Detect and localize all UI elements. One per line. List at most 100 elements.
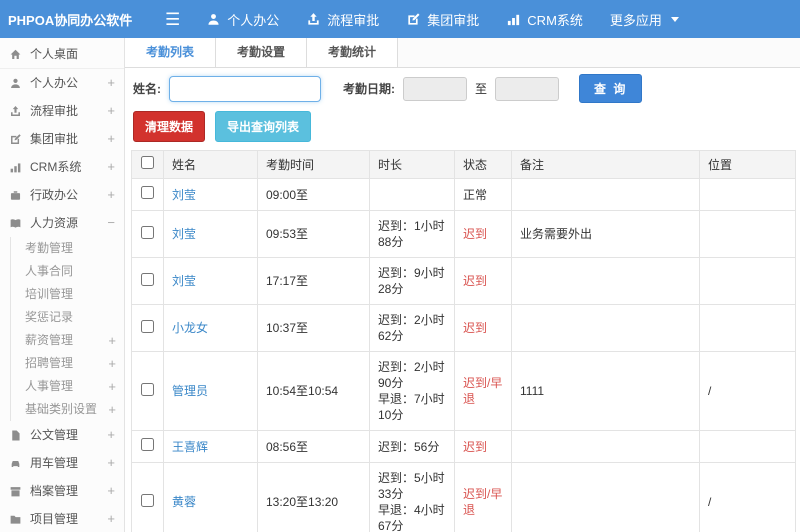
tab-attendance-settings[interactable]: 考勤设置 xyxy=(216,38,308,67)
name-input[interactable] xyxy=(169,75,321,102)
nav-item-personal-office[interactable]: 个人办公 xyxy=(206,10,279,29)
sidebar-item-human-resources[interactable]: 人力资源 − xyxy=(0,209,124,237)
attendance-time-cell: 10:54至10:54 xyxy=(257,351,370,431)
action-buttons: 清理数据 导出查询列表 xyxy=(125,109,800,148)
sidebar-subitem-reward-punish[interactable]: 奖惩记录 xyxy=(11,306,124,329)
expand-icon: + xyxy=(108,356,116,371)
employee-name-link[interactable]: 黄蓉 xyxy=(172,495,196,509)
sidebar-subitem-base-category[interactable]: 基础类别设置 + xyxy=(11,398,124,421)
row-checkbox[interactable] xyxy=(141,225,154,239)
status-badge: 正常 xyxy=(463,187,488,202)
sidebar-item-archive-mgmt[interactable]: 档案管理 + xyxy=(0,477,124,505)
sidebar-item-personal-desktop[interactable]: 个人桌面 xyxy=(0,40,124,69)
sidebar-item-workflow-approval[interactable]: 流程审批 + xyxy=(0,97,124,125)
sidebar-subitem-label: 招聘管理 xyxy=(25,356,74,370)
row-checkbox[interactable] xyxy=(141,319,154,333)
nav-item-more-apps[interactable]: 更多应用 xyxy=(610,10,679,29)
expand-icon: + xyxy=(107,427,115,442)
location-cell xyxy=(699,210,796,258)
remark-cell xyxy=(511,462,700,532)
sidebar-subitem-salary-mgmt[interactable]: 薪资管理 + xyxy=(11,329,124,352)
sidebar-item-group-approval[interactable]: 集团审批 + xyxy=(0,125,124,153)
expand-icon: + xyxy=(107,131,115,146)
doc-icon xyxy=(12,429,20,441)
remark-cell xyxy=(511,178,700,211)
folder-icon xyxy=(10,515,21,524)
table-header-row: 姓名 考勤时间 时长 状态 备注 位置 xyxy=(131,150,796,179)
menu-toggle-icon[interactable]: ☰ xyxy=(165,11,180,28)
expand-icon: + xyxy=(108,379,116,394)
share-icon xyxy=(11,105,20,116)
sidebar-item-personal-office[interactable]: 个人办公 + xyxy=(0,69,124,97)
duration-line: 迟到：2小时62分 xyxy=(378,313,445,343)
table-row: 小龙女 10:37至 迟到：2小时62分 迟到 xyxy=(131,304,796,352)
sidebar-item-label: 人力资源 xyxy=(30,216,79,230)
sidebar-subitem-label: 奖惩记录 xyxy=(25,310,74,324)
expand-icon: + xyxy=(107,75,115,90)
nav-item-label: 个人办公 xyxy=(227,12,280,28)
sidebar-subitem-hr-contract[interactable]: 人事合同 xyxy=(11,260,124,283)
sidebar-subitem-recruit-mgmt[interactable]: 招聘管理 + xyxy=(11,352,124,375)
clean-data-button[interactable]: 清理数据 xyxy=(133,111,206,142)
attendance-time-cell: 09:00至 xyxy=(257,178,370,211)
sidebar-item-document-mgmt[interactable]: 公文管理 + xyxy=(0,421,124,449)
date-end-input[interactable] xyxy=(495,76,560,101)
status-badge: 迟到 xyxy=(463,274,488,288)
name-label: 姓名: xyxy=(133,82,161,96)
employee-name-link[interactable]: 刘莹 xyxy=(172,274,196,288)
share-icon xyxy=(308,12,319,25)
sidebar-item-vehicle-mgmt[interactable]: 用车管理 + xyxy=(0,449,124,477)
location-cell xyxy=(699,430,796,463)
sidebar-item-label: 流程审批 xyxy=(30,104,79,118)
table-row: 黄蓉 13:20至13:20 迟到：5小时33分 早退：4小时67分 迟到/早退 / xyxy=(131,462,796,532)
employee-name-link[interactable]: 小龙女 xyxy=(172,321,208,335)
row-checkbox[interactable] xyxy=(141,272,154,286)
sidebar-item-project-mgmt[interactable]: 项目管理 + xyxy=(0,505,124,532)
attendance-time-cell: 10:37至 xyxy=(257,304,370,352)
date-start-input[interactable] xyxy=(403,76,467,101)
export-list-button[interactable]: 导出查询列表 xyxy=(215,111,312,142)
row-checkbox[interactable] xyxy=(141,186,154,199)
duration-line: 迟到：5小时33分 xyxy=(378,471,445,501)
nav-item-label: 更多应用 xyxy=(609,12,662,28)
query-button[interactable]: 查 询 xyxy=(579,74,643,103)
expand-icon: + xyxy=(108,402,116,417)
sidebar-item-label: 个人桌面 xyxy=(30,47,79,61)
row-checkbox[interactable] xyxy=(141,493,154,507)
sidebar-item-crm-system[interactable]: CRM系统 + xyxy=(0,153,124,181)
remark-cell xyxy=(511,304,700,352)
employee-name-link[interactable]: 管理员 xyxy=(172,384,208,398)
employee-name-link[interactable]: 刘莹 xyxy=(172,227,196,241)
duration-cell: 迟到：1小时88分 xyxy=(369,210,455,258)
sidebar-subitem-personnel-mgmt[interactable]: 人事管理 + xyxy=(11,375,124,398)
nav-item-workflow-approval[interactable]: 流程审批 xyxy=(306,10,379,29)
row-checkbox[interactable] xyxy=(141,382,154,396)
remark-cell xyxy=(511,430,700,463)
sidebar-item-label: 个人办公 xyxy=(30,76,79,90)
sidebar-item-admin-office[interactable]: 行政办公 + xyxy=(0,181,124,209)
sidebar-submenu-human-resources: 考勤管理 人事合同 培训管理 奖惩记录 薪资管理 + 招聘管理 + 人事管理 + 基础类别设置 + xyxy=(10,237,124,421)
nav-item-crm-system[interactable]: CRM系统 xyxy=(506,10,583,29)
nav-item-group-approval[interactable]: 集团审批 xyxy=(406,10,479,29)
row-checkbox[interactable] xyxy=(141,438,154,451)
app-logo[interactable]: PHPOA协同办公软件 xyxy=(0,10,132,29)
table-row: 管理员 10:54至10:54 迟到：2小时90分 早退：7小时10分 迟到/早退 111… xyxy=(131,351,796,431)
top-header: PHPOA协同办公软件 ☰ 个人办公 流程审批 集团审批 CRM系统 更多应用 xyxy=(0,0,800,38)
expand-icon: + xyxy=(107,159,115,174)
duration-line: 迟到：9小时28分 xyxy=(378,266,445,296)
employee-name-link[interactable]: 王喜辉 xyxy=(172,440,208,454)
book-icon xyxy=(10,218,21,228)
tab-attendance-stats[interactable]: 考勤统计 xyxy=(307,38,399,67)
sidebar-subitem-training-mgmt[interactable]: 培训管理 xyxy=(11,283,124,306)
attendance-time-cell: 17:17至 xyxy=(257,257,370,305)
nav-item-label: CRM系统 xyxy=(527,12,583,28)
expand-icon: + xyxy=(108,333,116,348)
select-all-checkbox[interactable] xyxy=(141,156,154,169)
remark-cell xyxy=(511,257,700,305)
tab-attendance-list[interactable]: 考勤列表 xyxy=(125,38,217,67)
employee-name-link[interactable]: 刘莹 xyxy=(172,188,196,202)
expand-icon: + xyxy=(107,483,115,498)
column-header: 时长 xyxy=(369,150,455,179)
sidebar-subitem-attendance-mgmt[interactable]: 考勤管理 xyxy=(11,237,124,260)
table-row: 刘莹 09:53至 迟到：1小时88分 迟到 业务需要外出 xyxy=(131,210,796,258)
